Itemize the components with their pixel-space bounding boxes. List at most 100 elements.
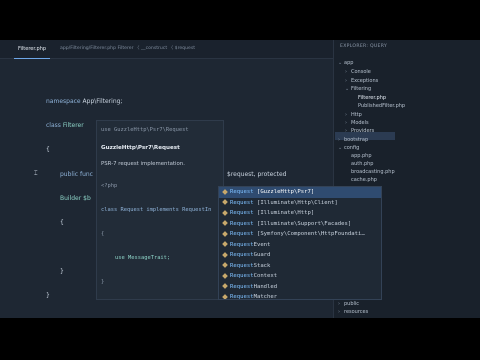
tree-item-label: resources [344,309,369,315]
tree-item[interactable]: PublishedFilter.php [352,103,405,109]
autocomplete-detail: Matcher [253,294,278,300]
class-name: Filterer [62,122,84,129]
autocomplete-match: Request [230,231,254,237]
tree-item-label: Exceptions [351,78,379,84]
autocomplete-match: Request [230,252,254,258]
autocomplete-item[interactable]: RequestGuard [219,250,381,261]
class-symbol-icon [222,293,228,299]
cursor-marker: ⌶ [34,170,38,177]
autocomplete-item[interactable]: Request [Illuminate\Http] [219,208,381,219]
hover-close-brace: } [101,279,105,285]
autocomplete-detail: [Illuminate\Support\Facades] [253,220,352,227]
code-line-builder: Builder $b [60,195,91,202]
class-symbol-icon [222,283,228,289]
class-symbol-icon [222,262,228,268]
autocomplete-match: Request [230,262,254,269]
tree-item-label: app [344,60,354,66]
autocomplete-match: Request [230,241,254,248]
namespace-keyword: namespace [46,98,81,105]
autocomplete-detail: Event [253,241,271,248]
tree-item[interactable]: auth.php [345,161,373,167]
code-line-open-brace-2: { [60,219,64,226]
code-line-close-brace: } [60,268,64,275]
editor-tab-bar: Filterer.php app/Filtering/Filterer.php … [0,40,333,59]
tree-item[interactable]: cache.php [345,177,377,183]
tree-item[interactable]: ⌄ app [338,60,353,66]
letterbox-bottom [0,318,480,360]
class-keyword: class [46,122,61,129]
hover-signature: use GuzzleHttp\Psr7\Request [101,127,189,133]
tree-item-label: app.php [351,153,372,159]
code-line-open-brace: { [46,146,50,153]
letterbox-top [0,0,480,40]
autocomplete-dropdown[interactable]: Request [GuzzleHttp\Psr7] Request [Illumi… [218,186,382,300]
tree-item-label: Providers [351,128,375,134]
tree-item-label: Filtering [351,86,372,92]
autocomplete-match: Request [230,210,254,216]
class-symbol-icon [222,209,228,216]
tree-item-label: cache.php [351,177,377,183]
hover-doc: PSR-7 request implementation. [101,161,185,167]
autocomplete-detail: [Illuminate\Http\Client] [253,199,338,206]
code-line-namespace: namespace App\Filtering; [46,98,122,105]
tree-item[interactable]: ⌄ config [338,145,359,151]
breadcrumb-symbols: Filterer 〈 __construct 〈 $request [117,46,196,51]
autocomplete-match: Request [230,273,254,279]
class-symbol-icon [222,272,228,279]
tree-item[interactable]: app.php [345,153,372,159]
code-line-request-param: $request, protected [227,171,287,178]
hover-popup: use GuzzleHttp\Psr7\Request GuzzleHttp\P… [96,120,224,300]
class-symbol-icon [222,199,228,205]
autocomplete-item[interactable]: Request [Symfony\Component\HttpFoundati… [219,229,381,240]
tree-item[interactable]: › Providers [345,128,374,134]
tree-item-label: Filterer.php [358,95,387,101]
hover-php-tag: <?php [101,183,118,189]
tree-item[interactable]: › public [338,301,359,307]
hover-use-trait: use MessageTrait; [115,255,171,261]
autocomplete-item[interactable]: RequestStack [219,261,381,272]
breadcrumb: app/Filtering/Filterer.php Filterer 〈 __… [60,40,195,58]
tree-item[interactable]: › Console [345,69,371,75]
autocomplete-item[interactable]: RequestEvent [219,240,381,251]
hover-class-decl: class Request implements RequestIn [101,207,212,213]
tree-item-label: bootstrap [344,137,369,143]
class-symbol-icon [222,230,228,237]
code-line-constructor: public func [60,171,93,178]
tree-item-label: auth.php [351,161,374,167]
tree-item[interactable]: Filterer.php [352,95,386,101]
autocomplete-item[interactable]: Request [Illuminate\Support\Facades] [219,219,381,230]
tree-item[interactable]: › Models [345,120,369,126]
autocomplete-item[interactable]: RequestHandled [219,282,381,293]
public-function-keyword: public func [60,171,93,178]
tree-item[interactable]: › Exceptions [345,78,378,84]
autocomplete-detail: Stack [253,262,271,269]
autocomplete-detail: [GuzzleHttp\Psr7] [253,189,315,195]
breadcrumb-path: app/Filtering/Filterer.php [60,46,116,51]
tab-filterer[interactable]: Filterer.php [14,40,51,59]
tree-item[interactable]: › Http [345,112,362,118]
autocomplete-detail: Guard [253,252,271,258]
autocomplete-item[interactable]: Request [Illuminate\Http\Client] [219,198,381,209]
tree-item-label: PublishedFilter.php [358,103,406,109]
tree-item[interactable]: ⌄ Filtering [345,86,371,92]
autocomplete-item[interactable]: RequestContext [219,271,381,282]
explorer-title: EXPLORER: QUERY [340,44,388,49]
tree-item-label: Models [351,120,369,126]
autocomplete-match: Request [230,199,254,206]
autocomplete-item[interactable]: Request [GuzzleHttp\Psr7] [219,187,381,198]
namespace-value: App\Filtering; [82,98,123,105]
autocomplete-match: Request [230,283,254,290]
autocomplete-detail: Handled [253,283,278,290]
tree-item[interactable]: broadcasting.php [345,169,395,175]
tree-item[interactable]: › resources [338,309,368,315]
class-symbol-icon [222,241,228,247]
class-symbol-icon [222,220,228,226]
tree-item[interactable]: › bootstrap [338,137,368,143]
code-line-close-brace-2: } [46,292,50,299]
class-symbol-icon [222,188,228,195]
tree-item-label: Console [351,69,371,75]
hover-open-brace: { [101,231,105,237]
autocomplete-item[interactable]: RequestMatcher [219,292,381,300]
code-line-class: class Filterer [46,122,84,129]
autocomplete-match: Request [230,294,254,300]
